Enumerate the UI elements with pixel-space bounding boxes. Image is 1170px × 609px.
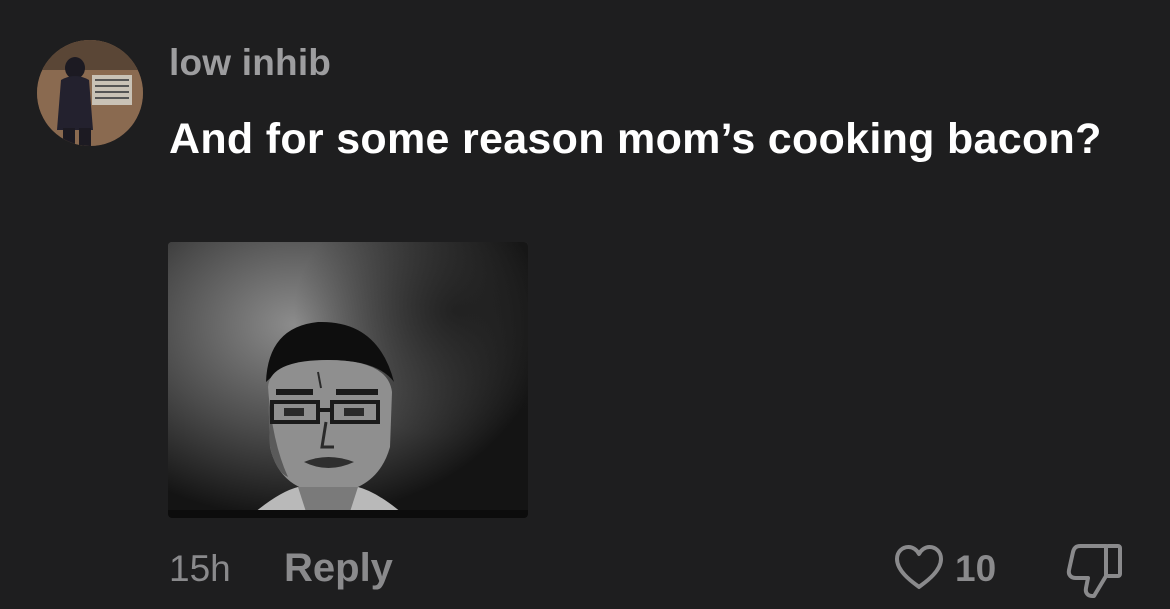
attached-image[interactable] — [168, 242, 528, 518]
comment-text: And for some reason mom’s cooking bacon? — [169, 115, 1102, 163]
dislike-button[interactable] — [1066, 543, 1126, 599]
like-count: 10 — [955, 548, 997, 589]
comment-item: low inhib And for some reason mom’s cook… — [0, 0, 1170, 609]
reply-button[interactable]: Reply — [284, 546, 393, 591]
timestamp: 15h — [169, 548, 231, 589]
heart-outline-icon — [893, 544, 945, 595]
avatar[interactable] — [37, 40, 143, 146]
like-button[interactable]: 10 — [893, 543, 996, 595]
thumbs-down-icon — [1066, 544, 1126, 603]
username[interactable]: low inhib — [169, 42, 331, 84]
